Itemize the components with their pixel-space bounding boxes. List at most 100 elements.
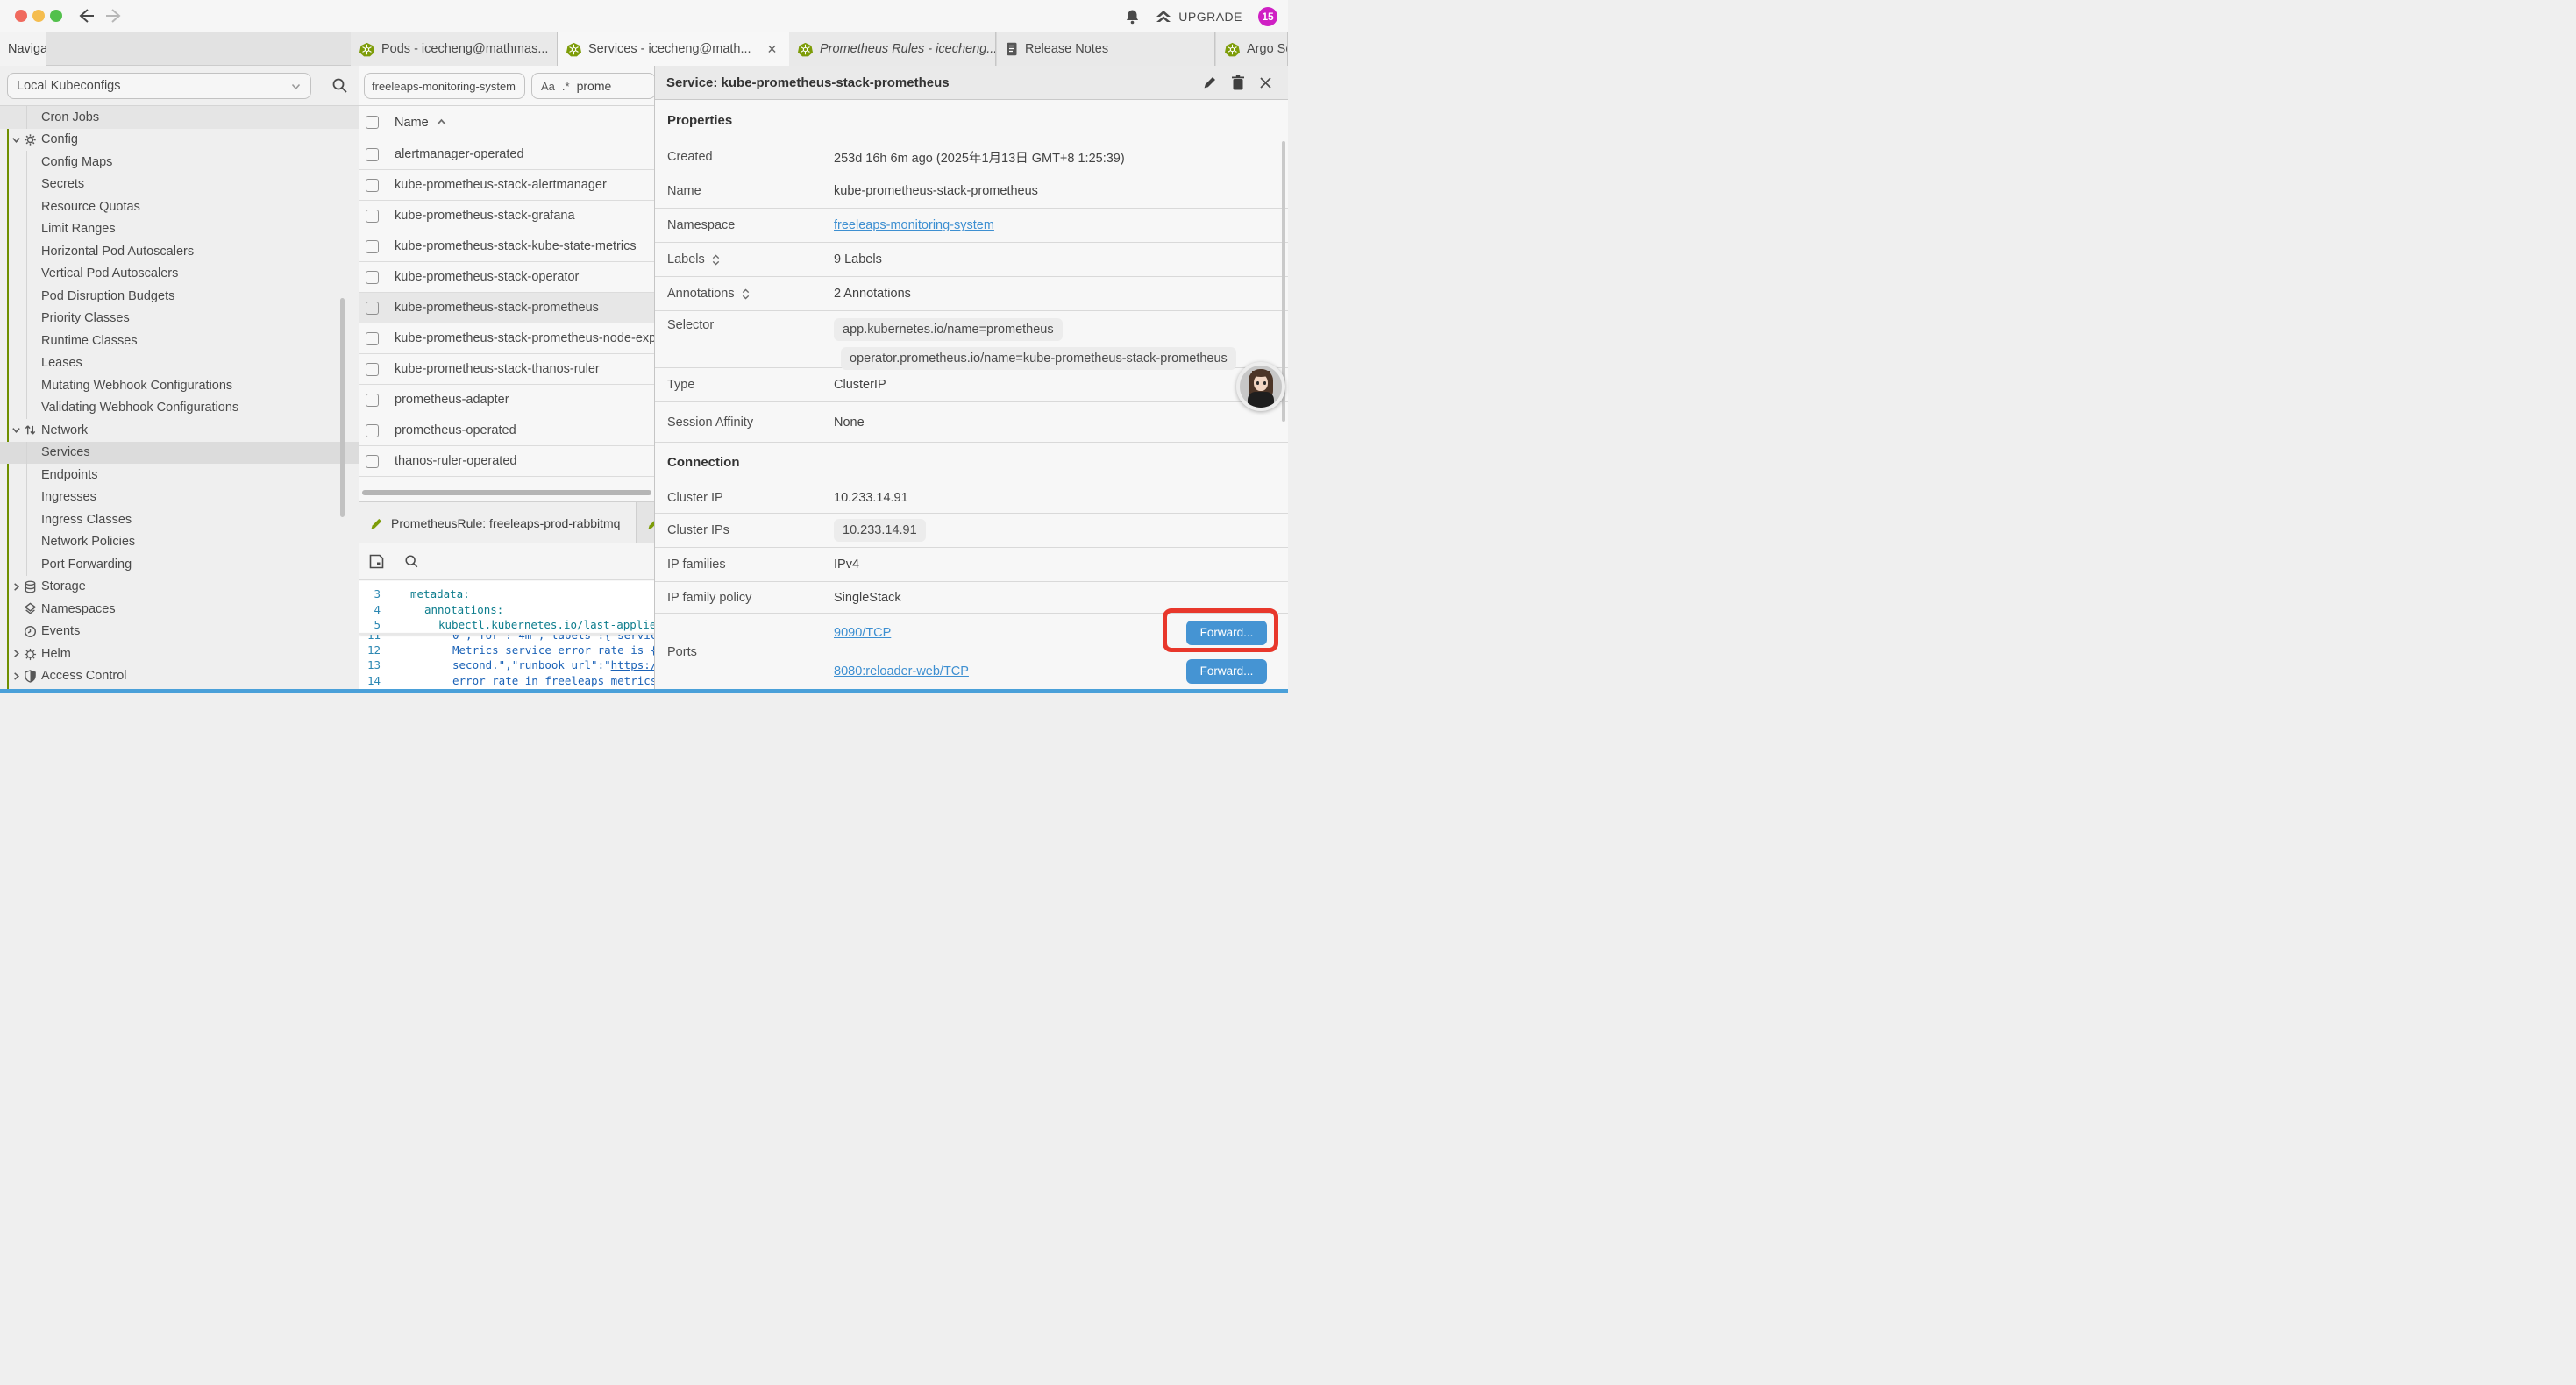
row-checkbox[interactable] (366, 424, 379, 437)
sidebar-item-ingress-classes[interactable]: Ingress Classes (0, 508, 359, 531)
expand-collapse-icon[interactable] (741, 288, 751, 301)
window-tab-2[interactable]: Services - icecheng@math...✕ (558, 32, 789, 66)
sidebar-item-custom-resources[interactable]: Custom Resources (0, 687, 359, 688)
table-row[interactable]: kube-prometheus-stack-grafana (359, 201, 654, 231)
sidebar-item-namespaces[interactable]: Namespaces (0, 598, 359, 621)
select-all-checkbox[interactable] (366, 116, 379, 129)
table-row[interactable]: kube-prometheus-stack-prometheus-node-ex… (359, 323, 654, 354)
row-checkbox[interactable] (366, 394, 379, 407)
window-tab-5[interactable]: Argo Se (1216, 32, 1288, 66)
notifications-bell-icon[interactable] (1125, 9, 1140, 25)
editor-tab-prometheusrule[interactable]: PrometheusRule: freeleaps-prod-rabbitmq (359, 502, 637, 544)
sidebar-item-priority-classes[interactable]: Priority Classes (0, 308, 359, 330)
sidebar-item-vertical-pod-autoscalers[interactable]: Vertical Pod Autoscalers (0, 263, 359, 286)
horizontal-scrollbar[interactable] (359, 487, 654, 498)
selector-chip[interactable]: app.kubernetes.io/name=prometheus (834, 318, 1063, 341)
delete-trash-icon[interactable] (1232, 75, 1244, 90)
table-row[interactable]: thanos-ruler-operated (359, 446, 654, 477)
window-tab-1[interactable]: Pods - icecheng@mathmas... (351, 32, 558, 66)
forward-button[interactable]: Forward... (1186, 621, 1267, 645)
table-row[interactable]: kube-prometheus-stack-kube-state-metrics (359, 231, 654, 262)
table-row[interactable]: kube-prometheus-stack-alertmanager (359, 170, 654, 201)
forward-button[interactable]: Forward... (1186, 659, 1267, 684)
close-tab-icon[interactable]: ✕ (767, 42, 778, 57)
sidebar-item-events[interactable]: Events (0, 621, 359, 643)
sidebar-item-horizontal-pod-autoscalers[interactable]: Horizontal Pod Autoscalers (0, 240, 359, 263)
sidebar-item-cron-jobs[interactable]: Cron Jobs (0, 106, 359, 129)
sidebar-item-helm[interactable]: Helm (0, 643, 359, 665)
row-checkbox[interactable] (366, 240, 379, 253)
sidebar-item-services[interactable]: Services (0, 442, 359, 465)
table-row[interactable]: alertmanager-operated (359, 139, 654, 170)
sidebar-item-access-control[interactable]: Access Control (0, 665, 359, 688)
table-row[interactable]: prometheus-operated (359, 416, 654, 446)
sidebar-item-ingresses[interactable]: Ingresses (0, 487, 359, 509)
sidebar-item-limit-ranges[interactable]: Limit Ranges (0, 218, 359, 241)
sidebar-item-storage[interactable]: Storage (0, 576, 359, 599)
sidebar-item-config[interactable]: Config (0, 129, 359, 152)
sidebar-item-secrets[interactable]: Secrets (0, 174, 359, 196)
chevron-down-icon[interactable] (11, 425, 21, 435)
name-column-header[interactable]: Name (395, 116, 429, 130)
minimize-window-button[interactable] (32, 10, 45, 22)
sort-ascending-icon[interactable] (436, 118, 447, 126)
sidebar-search-icon[interactable] (331, 77, 348, 94)
horizontal-scrollbar-thumb[interactable] (362, 490, 651, 495)
close-icon[interactable] (1259, 76, 1272, 89)
table-row[interactable]: kube-prometheus-stack-operator (359, 262, 654, 293)
row-checkbox[interactable] (366, 271, 379, 284)
table-row[interactable]: kube-prometheus-stack-prometheus (359, 293, 654, 323)
sidebar-item-mutating-webhook-configurations[interactable]: Mutating Webhook Configurations (0, 374, 359, 397)
sidebar-item-runtime-classes[interactable]: Runtime Classes (0, 330, 359, 352)
forward-arrow-icon[interactable] (105, 8, 123, 24)
row-checkbox[interactable] (366, 148, 379, 161)
expand-collapse-icon[interactable] (711, 253, 721, 266)
sidebar-item-leases[interactable]: Leases (0, 352, 359, 375)
table-row[interactable]: prometheus-adapter (359, 385, 654, 416)
port-link[interactable]: 9090/TCP (834, 626, 891, 640)
namespace-filter-select[interactable]: freeleaps-monitoring-system (364, 73, 525, 99)
sidebar-scrollbar[interactable] (340, 298, 345, 517)
selector-chip[interactable]: operator.prometheus.io/name=kube-prometh… (841, 347, 1236, 370)
user-avatar[interactable] (1236, 362, 1285, 411)
row-checkbox[interactable] (366, 363, 379, 376)
chevron-down-icon[interactable] (11, 135, 21, 145)
table-row[interactable]: kube-prometheus-stack-thanos-ruler (359, 354, 654, 385)
sidebar-item-pod-disruption-budgets[interactable]: Pod Disruption Budgets (0, 285, 359, 308)
chevron-right-icon[interactable] (11, 649, 21, 658)
resource-search-input[interactable]: Aa .* prome (531, 73, 656, 99)
close-window-button[interactable] (15, 10, 27, 22)
code-link[interactable]: https://net (611, 658, 654, 671)
sidebar-item-network[interactable]: Network (0, 419, 359, 442)
namespace-link[interactable]: freeleaps-monitoring-system (834, 218, 994, 232)
yaml-editor[interactable]: 3metadata:4annotations:5kubectl.kubernet… (359, 581, 654, 689)
row-checkbox[interactable] (366, 210, 379, 223)
sidebar-item-network-policies[interactable]: Network Policies (0, 531, 359, 554)
editor-search-icon[interactable] (404, 554, 419, 569)
row-checkbox[interactable] (366, 302, 379, 315)
port-link[interactable]: 8080:reloader-web/TCP (834, 664, 969, 678)
back-arrow-icon[interactable] (77, 8, 95, 24)
chevron-right-icon[interactable] (11, 671, 21, 681)
sidebar-item-port-forwarding[interactable]: Port Forwarding (0, 553, 359, 576)
match-case-toggle[interactable]: Aa (541, 80, 555, 93)
value-chip[interactable]: 10.233.14.91 (834, 519, 926, 542)
navigator-panel-tab[interactable]: Navigator (0, 32, 46, 66)
sidebar-item-endpoints[interactable]: Endpoints (0, 464, 359, 487)
sidebar-item-validating-webhook-configurations[interactable]: Validating Webhook Configurations (0, 397, 359, 420)
row-checkbox[interactable] (366, 179, 379, 192)
row-checkbox[interactable] (366, 332, 379, 345)
regex-toggle[interactable]: .* (562, 80, 570, 93)
save-icon[interactable] (369, 554, 384, 569)
sidebar-item-resource-quotas[interactable]: Resource Quotas (0, 195, 359, 218)
notification-count-badge[interactable]: 15 (1258, 7, 1277, 26)
kubeconfig-select[interactable]: Local Kubeconfigs (7, 73, 311, 99)
edit-pencil-icon[interactable] (1203, 75, 1217, 89)
upgrade-button[interactable]: UPGRADE (1156, 10, 1242, 24)
window-tab-4[interactable]: Release Notes (997, 32, 1215, 66)
sidebar-item-config-maps[interactable]: Config Maps (0, 151, 359, 174)
chevron-right-icon[interactable] (11, 582, 21, 592)
zoom-window-button[interactable] (50, 10, 62, 22)
window-tab-3[interactable]: Prometheus Rules - icecheng... (789, 32, 996, 66)
row-checkbox[interactable] (366, 455, 379, 468)
